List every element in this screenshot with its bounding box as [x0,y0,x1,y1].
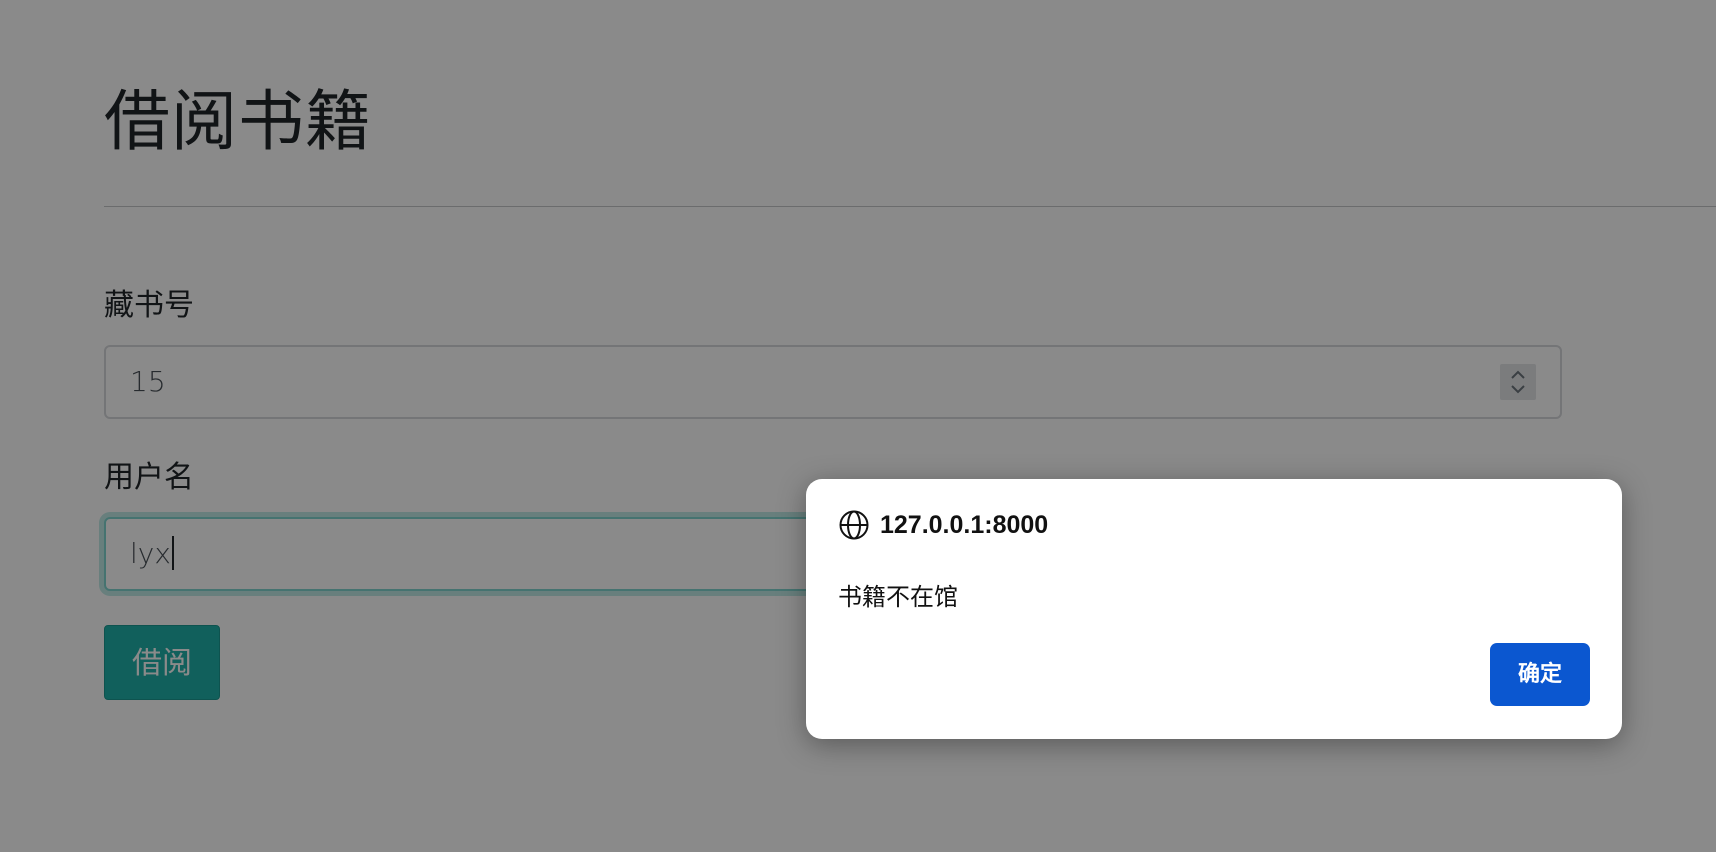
dialog-message: 书籍不在馆 [838,583,958,611]
dialog-header: 127.0.0.1:8000 [838,507,1048,543]
alert-dialog: 127.0.0.1:8000 书籍不在馆 确定 [806,479,1622,739]
globe-icon [839,510,869,540]
dialog-origin: 127.0.0.1:8000 [880,510,1049,539]
ok-button[interactable]: 确定 [1490,643,1590,706]
